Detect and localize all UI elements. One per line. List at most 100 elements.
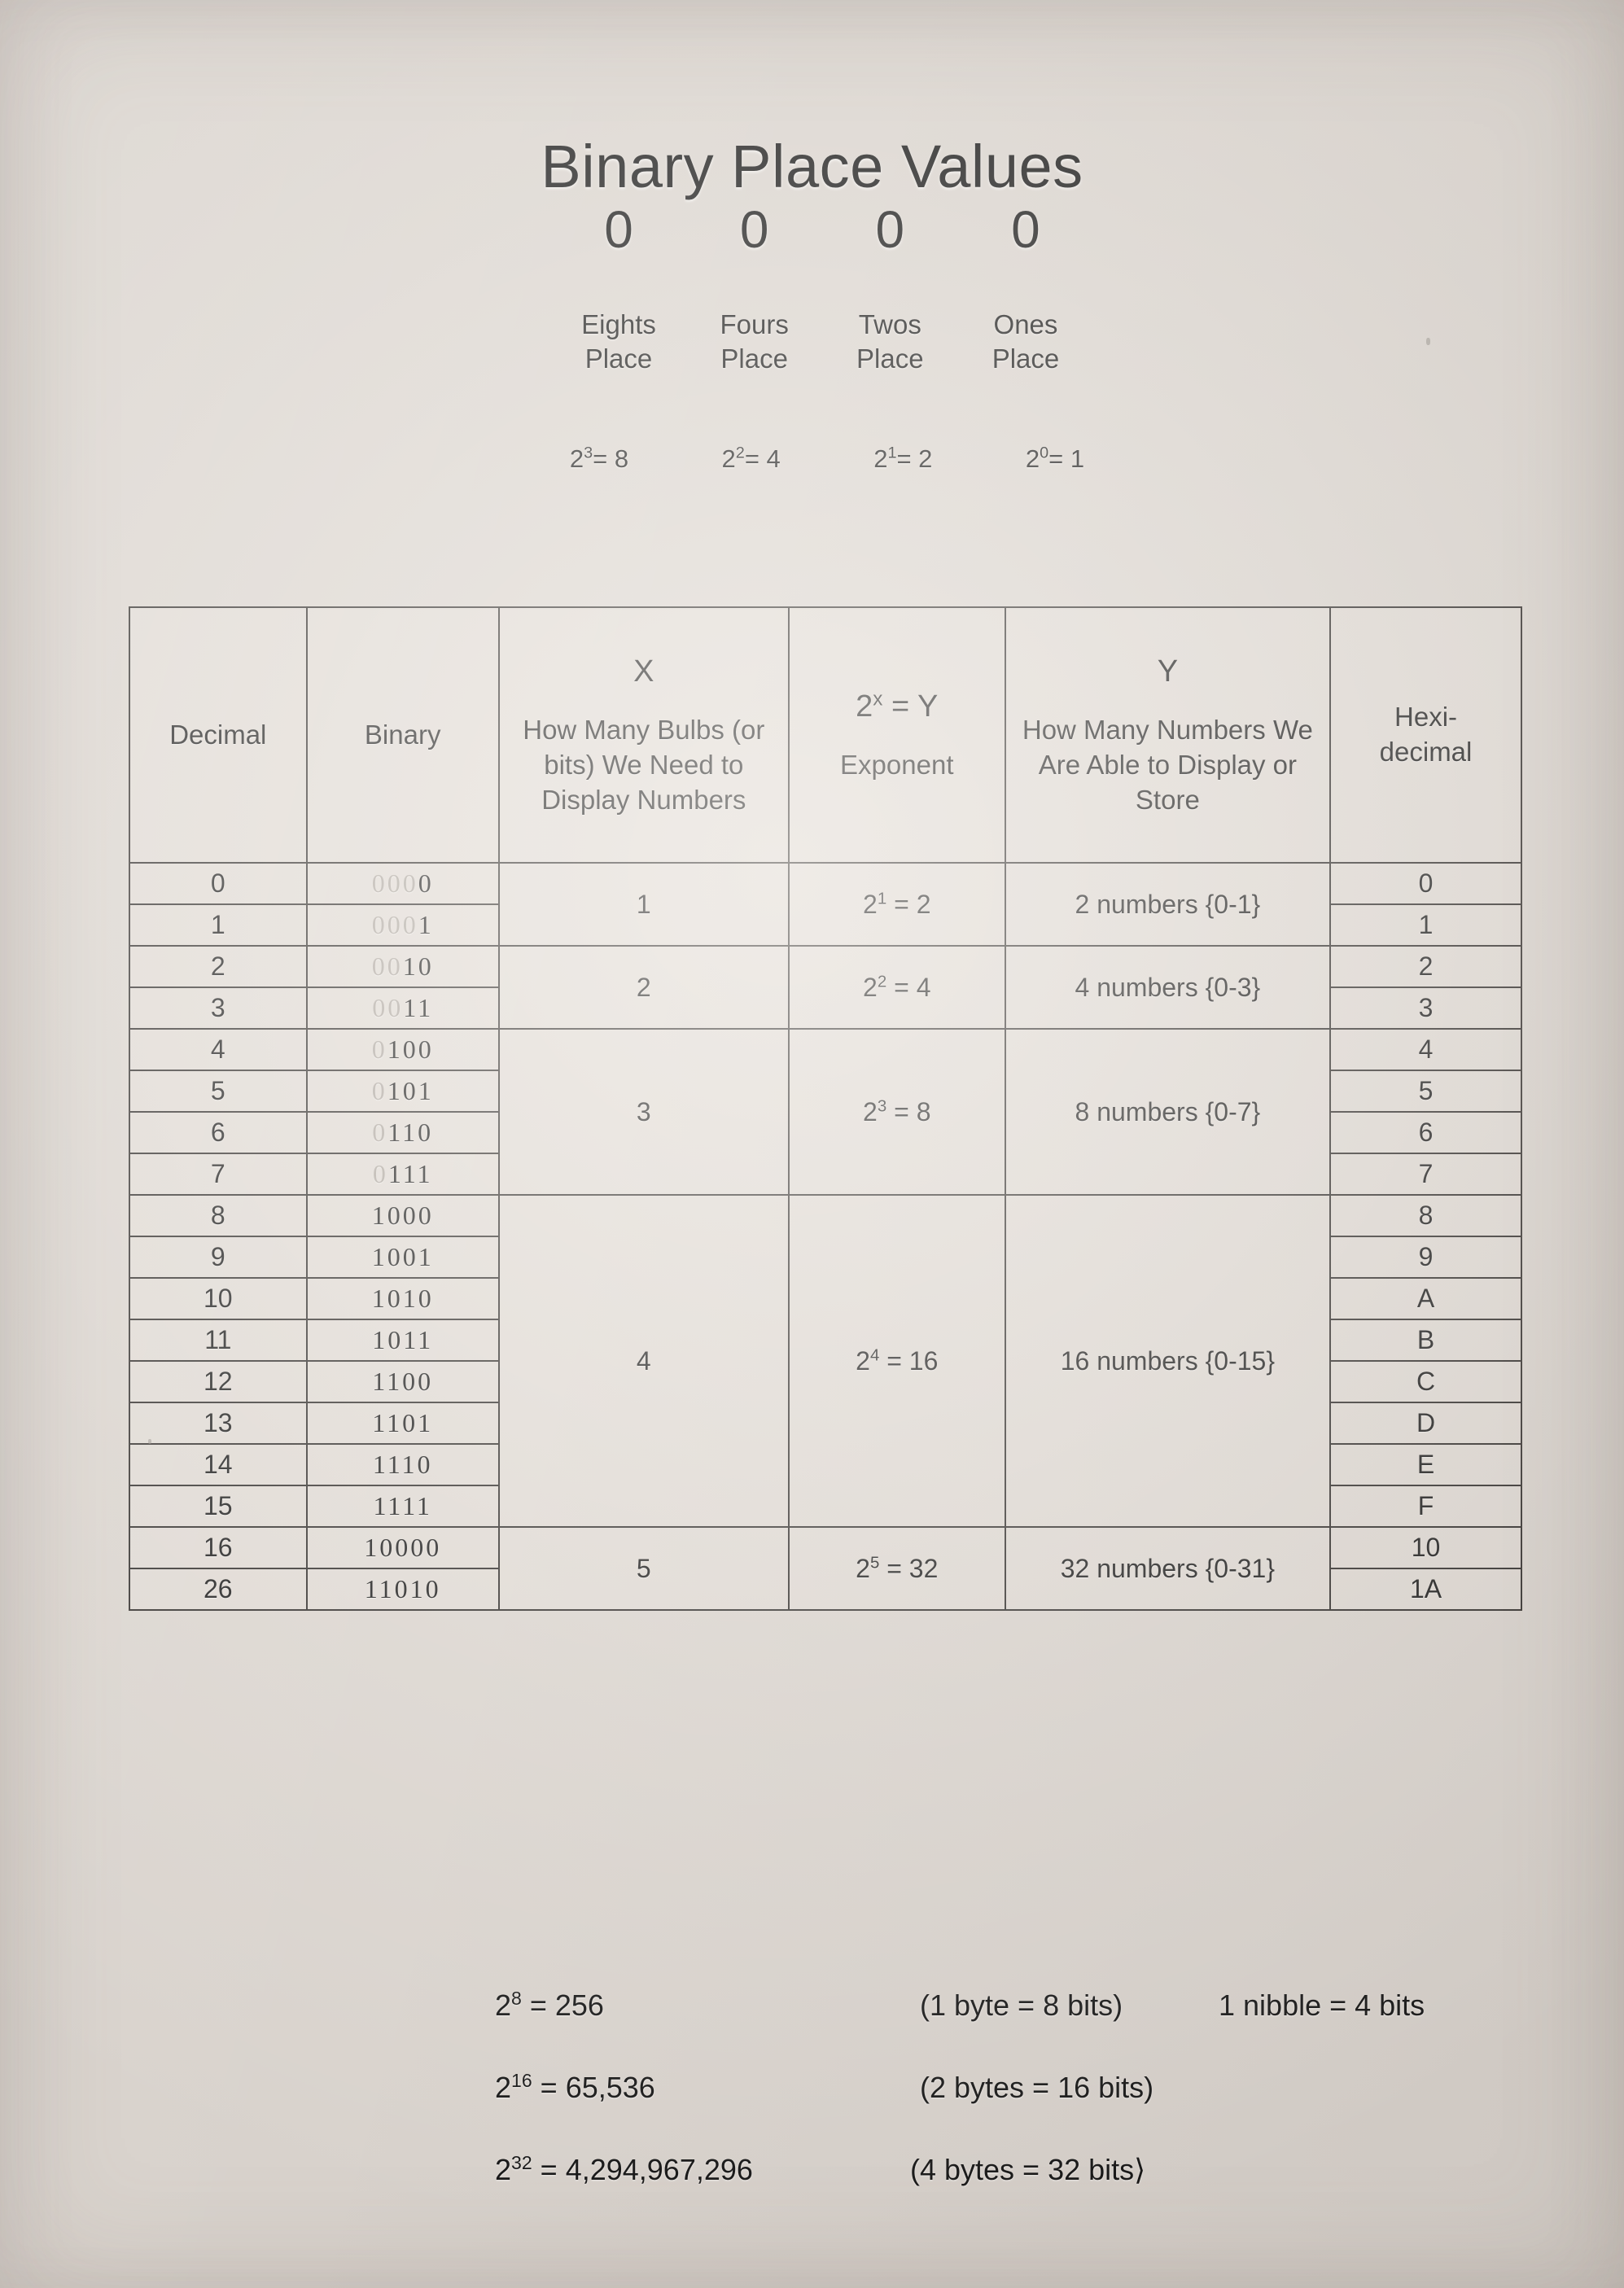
paper-speck — [1426, 338, 1430, 345]
binary-significant-bits: 1 — [418, 910, 434, 939]
binary-significant-bits: 11 — [403, 993, 434, 1022]
binary-significant-bits: 1111 — [373, 1491, 432, 1520]
place-word-ones: Ones — [993, 309, 1058, 339]
footer-value-3: = 4,294,967,296 — [540, 2153, 753, 2186]
exponent-value: = 32 — [879, 1553, 939, 1583]
place-label-fours: Fours Place — [706, 308, 803, 376]
binary-significant-bits: 100 — [387, 1035, 434, 1064]
header-binary: Binary — [305, 606, 500, 864]
cell-binary: 1000 — [305, 1194, 500, 1237]
table-row: 8 1000 4 24 = 16 16 numbers {0-15} 8 — [129, 1194, 1522, 1528]
power-exp-3: 0 — [1040, 444, 1049, 462]
cell-binary: 10000 — [305, 1526, 500, 1569]
binary-place-values-table: Decimal Binary X How Many Bulbs (or bits… — [129, 606, 1522, 1611]
footer-nibble-note: 1 nibble = 4 bits — [1219, 1988, 1425, 2022]
cell-numbers-representable: 8 numbers {0-7} — [1004, 1028, 1332, 1196]
cell-binary: 0110 — [305, 1111, 500, 1154]
exponent-power: 5 — [869, 1552, 880, 1572]
cell-numbers-representable: 16 numbers {0-15} — [1004, 1194, 1332, 1528]
cell-exponent: 22 = 4 — [787, 945, 1006, 1030]
bit-eights: 0 — [604, 200, 633, 259]
cell-hexidecimal: 3 — [1329, 987, 1522, 1030]
cell-hexidecimal: 6 — [1329, 1111, 1522, 1154]
binary-significant-bits: 1110 — [372, 1450, 433, 1479]
cell-decimal: 14 — [129, 1443, 308, 1486]
binary-leading-zeros: 0 — [371, 1076, 387, 1105]
cell-binary: 0011 — [305, 987, 500, 1030]
cell-decimal: 13 — [129, 1402, 308, 1445]
cell-bulbs-needed: 3 — [497, 1028, 790, 1196]
cell-binary: 0101 — [305, 1070, 500, 1113]
cell-exponent: 21 = 2 — [787, 862, 1006, 947]
header-bulbs: X How Many Bulbs (or bits) We Need to Di… — [497, 606, 790, 864]
exponent-value: = 16 — [879, 1345, 939, 1376]
cell-decimal: 12 — [129, 1360, 308, 1403]
cell-bulbs-needed: 4 — [497, 1194, 790, 1528]
exponent-base: 2 — [856, 1345, 870, 1376]
power-twos: 21= 2 — [846, 444, 960, 473]
power-eq-3: = 1 — [1048, 444, 1085, 473]
cell-hexidecimal: 9 — [1329, 1236, 1522, 1279]
exponent-value: = 8 — [886, 1096, 931, 1127]
power-exp-1: 2 — [735, 444, 745, 462]
binary-significant-bits: 110 — [387, 1118, 434, 1147]
binary-significant-bits: 10 — [402, 952, 434, 981]
cell-decimal: 26 — [129, 1568, 308, 1611]
header-bulbs-description: How Many Bulbs (or bits) We Need to Disp… — [523, 715, 765, 816]
header-numbers: Y How Many Numbers We Are Able to Displa… — [1004, 606, 1332, 864]
cell-binary: 0100 — [305, 1028, 500, 1071]
bit-ones: 0 — [1011, 200, 1040, 259]
cell-decimal: 5 — [129, 1070, 308, 1113]
exponent-power: 3 — [877, 1096, 887, 1115]
power-eights: 23= 8 — [542, 445, 656, 471]
cell-exponent: 25 = 32 — [787, 1526, 1006, 1611]
cell-hexidecimal: A — [1329, 1277, 1522, 1320]
header-exponent-label: Exponent — [840, 750, 954, 781]
power-eq-2: = 2 — [896, 444, 933, 473]
footer-line-1: 28 = 256 (1 byte = 8 bits) 1 nibble = 4 … — [0, 1988, 1624, 2071]
binary-significant-bits: 1000 — [371, 1201, 434, 1230]
cell-decimal: 10 — [129, 1277, 308, 1320]
exponent-base: 2 — [863, 972, 878, 1002]
place-label-row: Eights Place Fours Place Twos Place Ones… — [570, 308, 1075, 376]
cell-binary: 1100 — [305, 1360, 500, 1403]
exponent-base: 2 — [856, 1553, 870, 1583]
place-word-place-2: Place — [856, 343, 924, 374]
exponent-power: 4 — [869, 1345, 880, 1364]
paper-speck — [148, 1439, 151, 1444]
place-label-twos: Twos Place — [841, 308, 939, 376]
header-exponent: 2x = Y Exponent — [787, 606, 1006, 864]
footer-bytes-2: (2 bytes = 16 bits) — [920, 2071, 1154, 2104]
cell-decimal: 3 — [129, 987, 308, 1030]
binary-significant-bits: 111 — [387, 1159, 433, 1188]
footer-bytes-1: (1 byte = 8 bits) — [920, 1988, 1123, 2022]
binary-significant-bits: 1101 — [372, 1408, 434, 1437]
footer-value-2: = 65,536 — [540, 2071, 655, 2104]
cell-hexidecimal: 5 — [1329, 1070, 1522, 1113]
binary-significant-bits: 0 — [418, 868, 434, 898]
exponent-value: = 4 — [886, 972, 931, 1002]
cell-hexidecimal: 7 — [1329, 1153, 1522, 1196]
cell-binary: 1010 — [305, 1277, 500, 1320]
cell-exponent: 24 = 16 — [787, 1194, 1006, 1528]
cell-binary: 1111 — [305, 1485, 500, 1528]
footer-exp-1: 8 — [511, 1988, 522, 2009]
cell-numbers-representable: 4 numbers {0-3} — [1004, 945, 1332, 1030]
cell-binary: 1110 — [305, 1443, 500, 1486]
table-row: 4 0100 3 23 = 88 numbers {0-7} 4 — [129, 1028, 1522, 1196]
cell-hexidecimal: F — [1329, 1485, 1522, 1528]
binary-leading-zeros: 0 — [371, 1035, 387, 1064]
exponent-base: 2 — [863, 1096, 878, 1127]
footer-bytes-3: (4 bytes = 32 bits⟩ — [910, 2153, 1146, 2186]
bit-twos: 0 — [875, 200, 905, 259]
place-label-ones: Ones Place — [977, 308, 1075, 376]
header-hex-line1: Hexi- — [1394, 702, 1458, 733]
binary-place-values-table-wrap: Decimal Binary X How Many Bulbs (or bits… — [129, 606, 1522, 1611]
footer-base-3: 2 — [495, 2153, 512, 2186]
cell-decimal: 2 — [129, 945, 308, 988]
cell-decimal: 1 — [129, 903, 308, 947]
cell-binary: 1011 — [305, 1319, 500, 1362]
header-exponent-formula: 2x = Y — [856, 688, 939, 724]
footer-formulas: 28 = 256 (1 byte = 8 bits) 1 nibble = 4 … — [0, 1988, 1624, 2235]
place-word-place-0: Place — [584, 343, 653, 374]
